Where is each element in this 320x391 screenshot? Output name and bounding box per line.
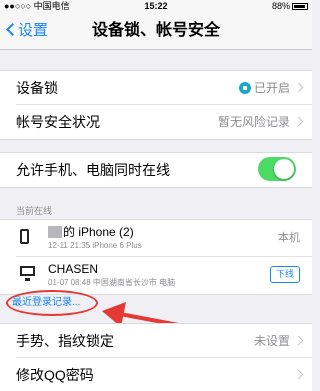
- logout-device-button[interactable]: 下线: [269, 266, 300, 283]
- device-lock-status: 已开启: [238, 81, 290, 95]
- device-lock-value: 已开启: [253, 81, 290, 95]
- status-bar: ●●○○○ 中国电信 15:22 88%: [0, 0, 312, 12]
- current-online-header: 当前在线: [16, 206, 53, 216]
- battery-indicator: 88%: [272, 0, 308, 12]
- nav-bar: 设置 设备锁、帐号安全: [0, 12, 312, 50]
- allow-dual-online-toggle[interactable]: [258, 157, 296, 181]
- device-row-chasen[interactable]: CHASEN 01-07 08:48 中国湖南省长沙市 电脑 下线: [16, 257, 312, 294]
- lock-icon: [238, 82, 251, 94]
- device-name: 的 iPhone (2): [48, 225, 134, 239]
- online-devices-group: 的 iPhone (2) 12-11 21:35 iPhone 6 Plus 本…: [0, 219, 312, 295]
- computer-icon: [20, 266, 35, 281]
- change-password-label: 修改QQ密码: [16, 367, 94, 383]
- allow-dual-online-label: 允许手机、电脑同时在线: [16, 162, 170, 178]
- account-status-row[interactable]: 帐号安全状况 暂无风险记录: [16, 105, 312, 139]
- chevron-right-icon: [293, 82, 304, 93]
- account-status-label: 帐号安全状况: [16, 114, 100, 130]
- allow-dual-online-row: 允许手机、电脑同时在线: [16, 153, 312, 187]
- chevron-right-icon: [293, 335, 304, 346]
- battery-icon: [292, 3, 308, 10]
- gesture-lock-value: 未设置: [253, 334, 290, 348]
- device-row-iphone[interactable]: 的 iPhone (2) 12-11 21:35 iPhone 6 Plus 本…: [16, 220, 312, 257]
- clock: 15:22: [144, 1, 168, 11]
- device-meta: 01-07 08:48 中国湖南省长沙市 电脑: [48, 278, 176, 287]
- device-lock-label: 设备锁: [16, 80, 58, 96]
- chevron-right-icon: [293, 116, 304, 127]
- this-device-label: 本机: [278, 232, 300, 244]
- redacted-name-block: [48, 226, 62, 238]
- chevron-right-icon: [293, 369, 304, 380]
- online-toggle-group: 允许手机、电脑同时在线: [0, 152, 312, 188]
- device-name-text: 的 iPhone (2): [63, 225, 134, 239]
- device-name: CHASEN: [48, 262, 99, 276]
- gesture-lock-label: 手势、指纹锁定: [16, 333, 114, 349]
- device-lock-row[interactable]: 设备锁 已开启: [16, 71, 312, 105]
- battery-percent: 88%: [271, 1, 290, 11]
- account-status-value: 暂无风险记录: [217, 115, 290, 129]
- phone-icon: [20, 229, 29, 244]
- device-meta: 12-11 21:35 iPhone 6 Plus: [48, 241, 142, 250]
- security-group: 设备锁 已开启 帐号安全状况 暂无风险记录: [0, 70, 312, 140]
- gesture-lock-row[interactable]: 手势、指纹锁定 未设置: [16, 324, 312, 358]
- change-password-row[interactable]: 修改QQ密码: [16, 358, 312, 391]
- recent-login-records-link[interactable]: 最近登录记录...: [12, 297, 80, 309]
- more-settings-group: 手势、指纹锁定 未设置 修改QQ密码: [0, 323, 312, 391]
- page-title: 设备锁、帐号安全: [91, 22, 220, 39]
